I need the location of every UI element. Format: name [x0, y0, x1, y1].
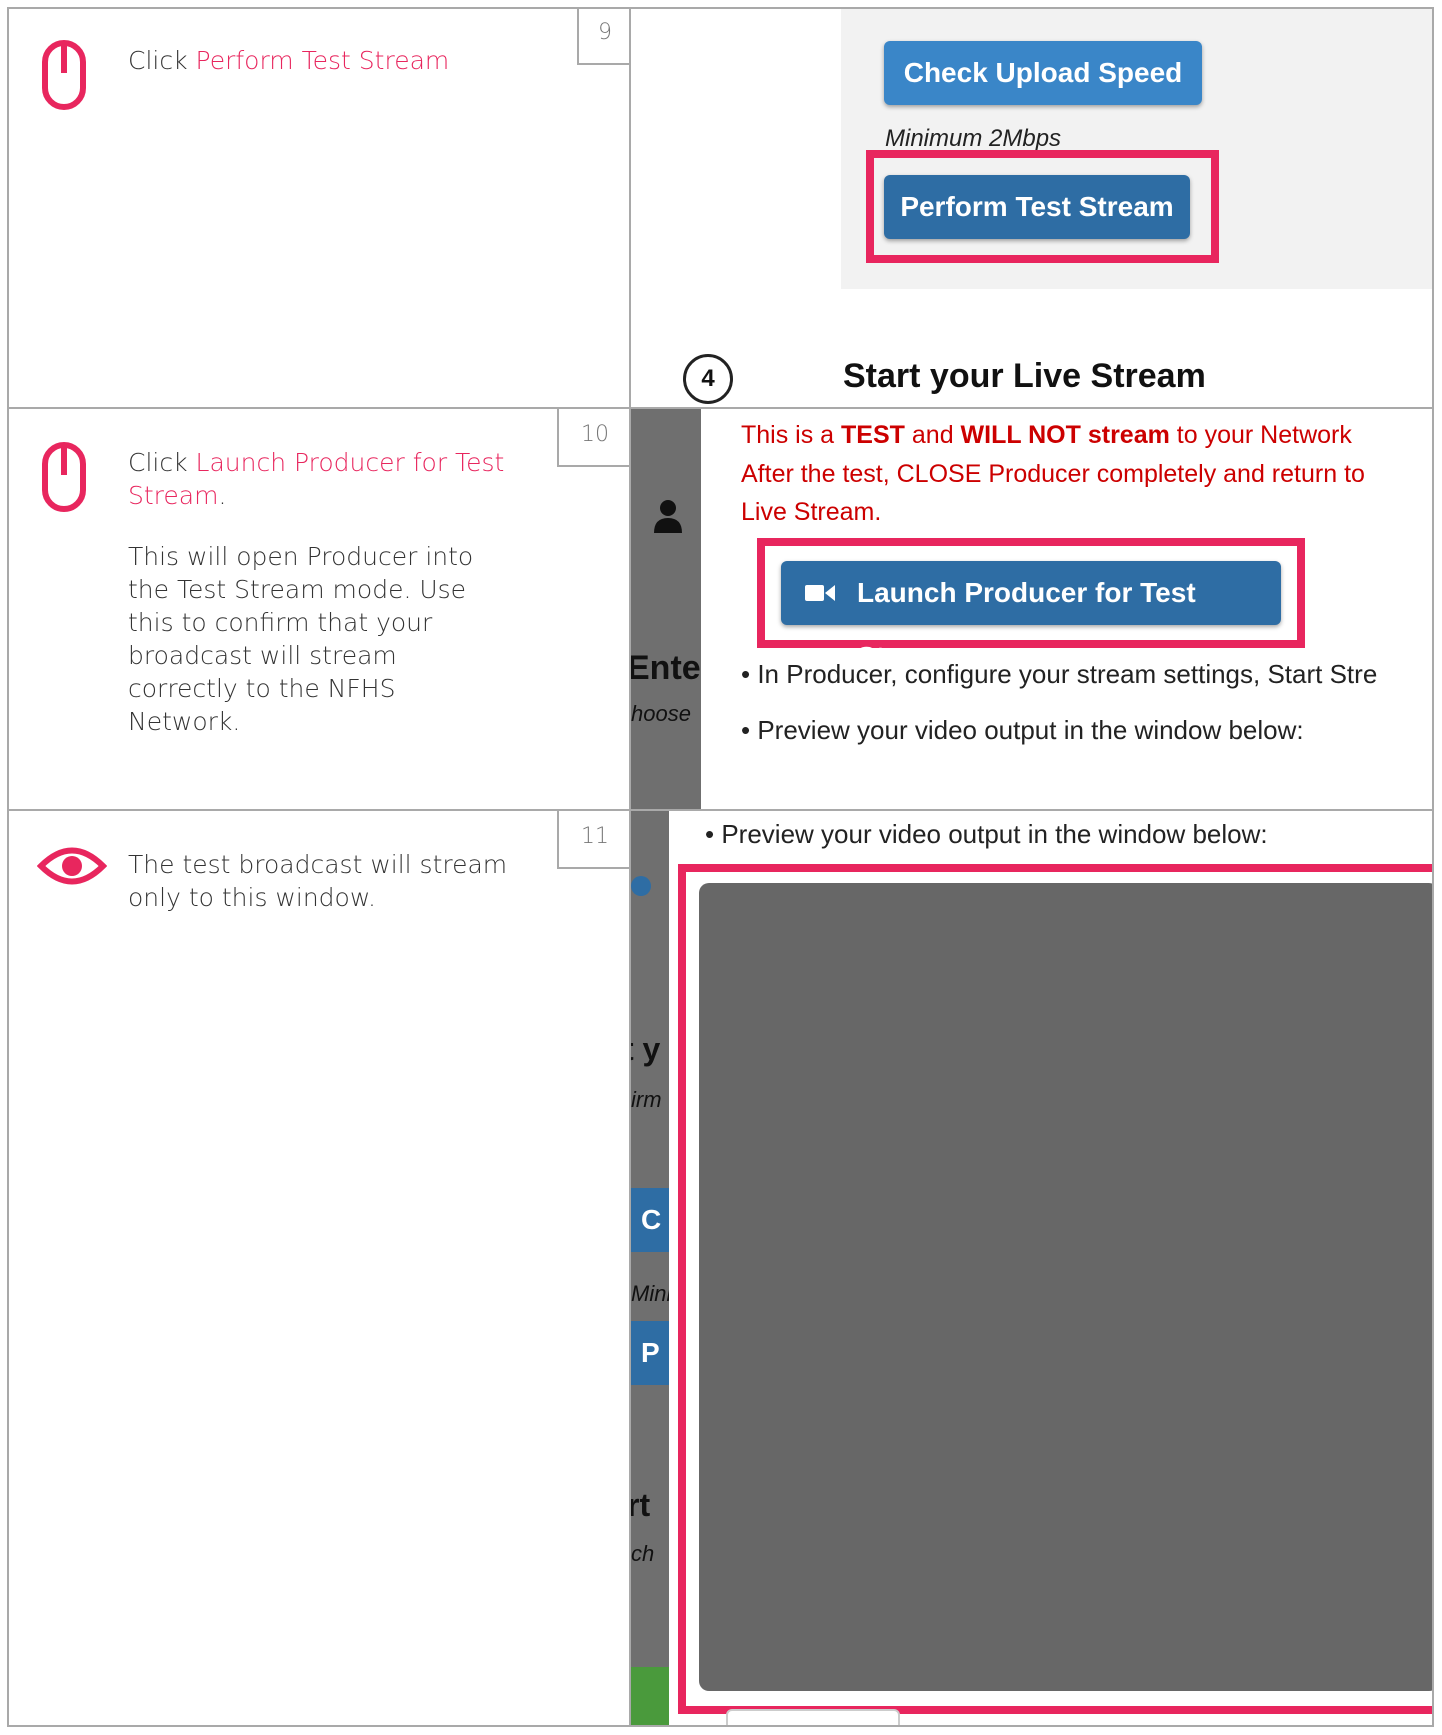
column-divider [629, 7, 631, 1727]
table-border-top [7, 7, 1434, 9]
step-text: Click Perform Test Stream [128, 44, 449, 77]
table-border-left [7, 7, 9, 1727]
background-button: C [631, 1188, 669, 1252]
perform-test-stream-button[interactable]: Perform Test Stream [884, 175, 1190, 239]
step-instructions: Click Launch Producer for Test Stream. T… [7, 409, 631, 809]
test-warning-line-2: After the test, CLOSE Producer completel… [741, 460, 1365, 488]
background-button: P [631, 1321, 669, 1385]
user-icon [654, 500, 682, 533]
background-radio [631, 876, 651, 896]
instruction-table: Click Perform Test Stream 9 Check Upload… [7, 7, 1434, 1727]
step-prefix: Click [128, 448, 196, 477]
mouse-icon [42, 40, 86, 110]
table-border-bottom [7, 1725, 1434, 1727]
background-text: ch [631, 1541, 655, 1566]
video-camera-icon [805, 585, 835, 601]
section-title: Start your Live Stream [843, 357, 1206, 395]
step-row-11: The test broadcast will stream only to t… [7, 811, 1434, 1727]
background-page-strip [631, 811, 669, 1727]
step-screenshot: Check Upload Speed Minimum 2Mbps Perform… [631, 7, 1434, 407]
table-border-right [1432, 7, 1434, 1727]
step-suffix: . [218, 481, 227, 510]
step-number: 10 [557, 409, 631, 467]
list-item: • In Producer, configure your stream set… [741, 659, 1378, 689]
video-preview-window[interactable] [699, 883, 1434, 1691]
eye-icon [37, 847, 107, 885]
step-instructions: The test broadcast will stream only to t… [7, 811, 631, 1727]
step-link[interactable]: Perform Test Stream [196, 46, 450, 75]
background-text: t y [631, 1031, 661, 1067]
step-row-10: Click Launch Producer for Test Stream. T… [7, 409, 1434, 809]
launch-producer-button[interactable]: Launch Producer for Test Stream [781, 561, 1281, 672]
step-number: 9 [577, 7, 631, 65]
check-upload-speed-button[interactable]: Check Upload Speed [884, 41, 1202, 105]
step-row-9: Click Perform Test Stream 9 Check Upload… [7, 7, 1434, 407]
test-warning-line-3: Live Stream. [741, 498, 882, 526]
list-item: • Preview your video output in the windo… [741, 715, 1304, 745]
step-description: This will open Producer into the Test St… [128, 542, 474, 736]
list-item: • Preview your video output in the windo… [705, 819, 1268, 849]
test-warning-line-1: This is a TEST and WILL NOT stream to yo… [741, 421, 1352, 449]
section-number-badge: 4 [683, 354, 733, 404]
step-description: The test broadcast will stream only to t… [128, 850, 508, 912]
step-screenshot: Enter hoose This is a TEST and WILL NOT … [631, 409, 1434, 809]
background-text: irm [631, 1087, 662, 1112]
minimum-speed-note: Minimum 2Mbps [885, 125, 1062, 152]
background-text: hoose [631, 701, 691, 726]
step-number: 11 [557, 811, 631, 869]
background-text: rt [631, 1487, 651, 1523]
mouse-icon [42, 442, 86, 512]
step-text: Click Launch Producer for Test Stream. [128, 446, 508, 512]
background-page-strip [631, 409, 701, 809]
background-button [631, 1667, 669, 1727]
step-prefix: Click [128, 46, 196, 75]
step-instructions: Click Perform Test Stream 9 [7, 7, 631, 407]
step-screenshot: t y irm C Mini P rt ch • Preview your vi… [631, 811, 1434, 1727]
background-text: Mini [631, 1281, 669, 1306]
